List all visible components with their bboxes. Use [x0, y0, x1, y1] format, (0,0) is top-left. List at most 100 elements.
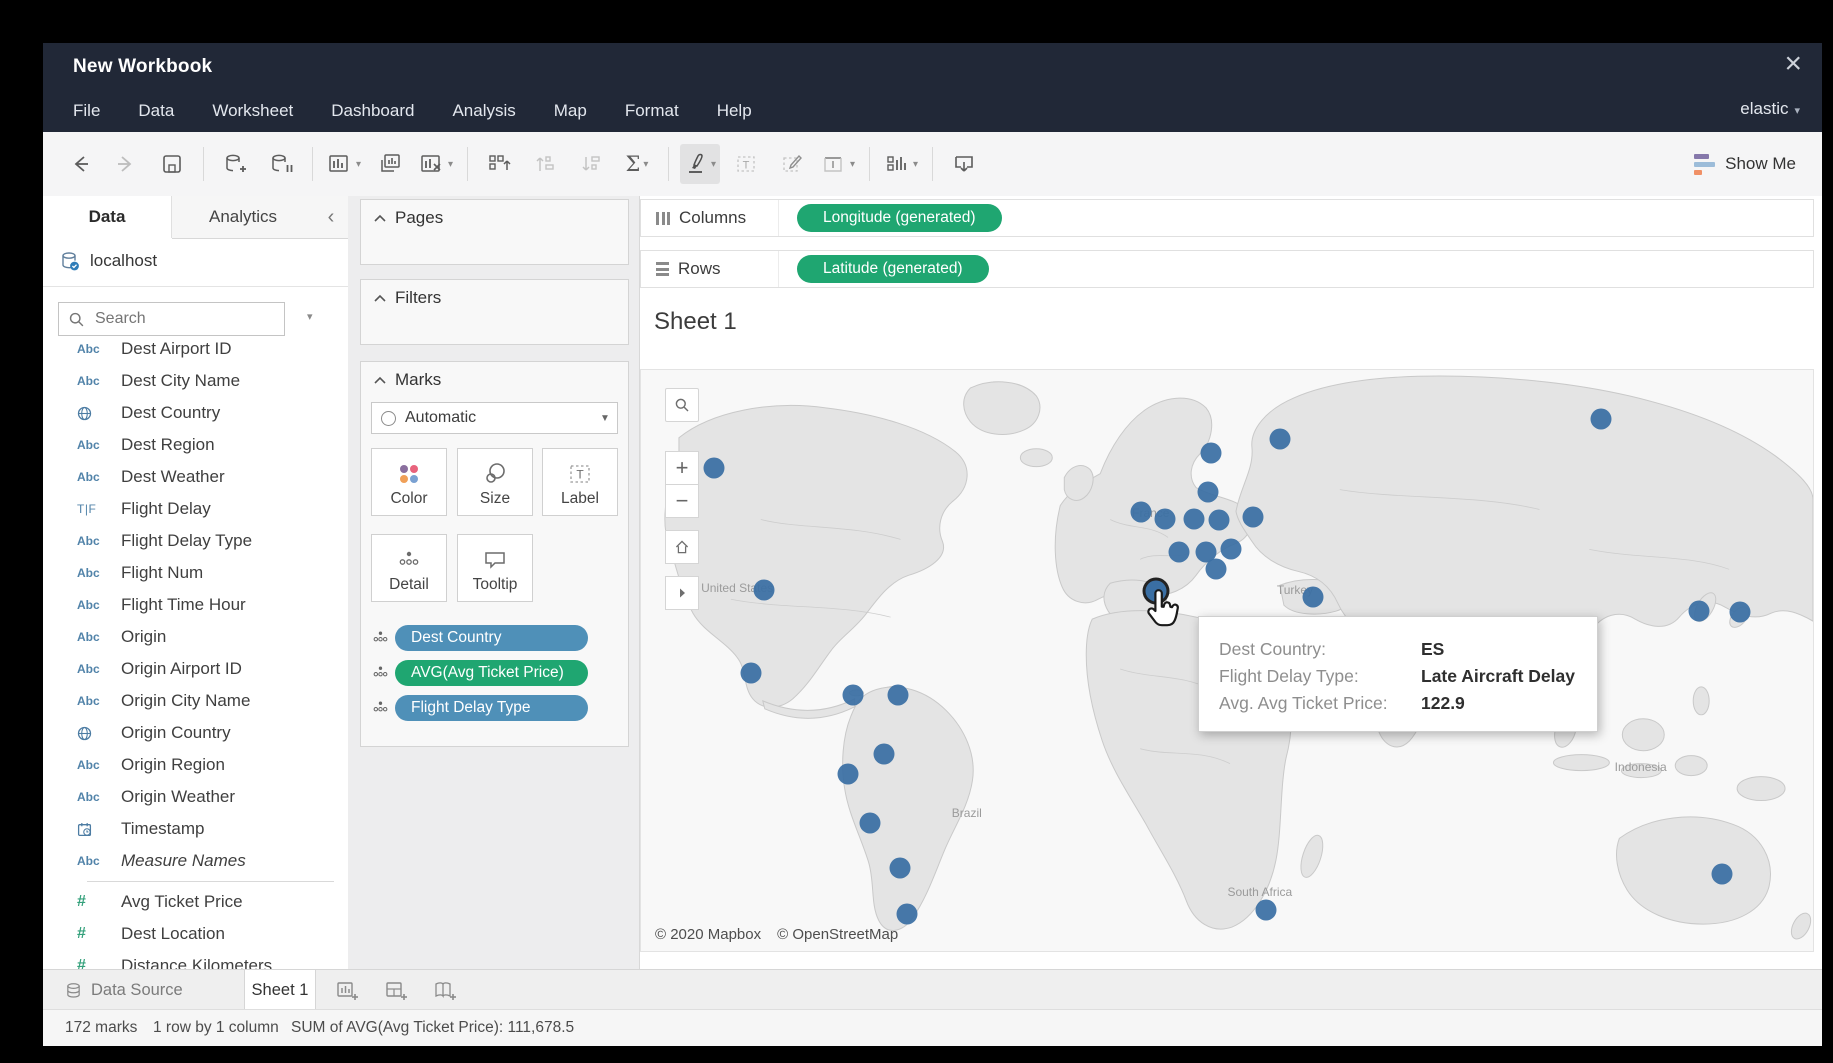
field-item[interactable]: AbcOrigin Airport ID — [43, 653, 348, 685]
map-view[interactable]: United StatesBrazilFranceTurkeyAlgeriaIn… — [640, 369, 1814, 952]
field-item[interactable]: #Avg Ticket Price — [43, 886, 348, 918]
back-button[interactable] — [60, 144, 100, 184]
new-datasource-button[interactable] — [215, 144, 255, 184]
map-mark[interactable] — [741, 663, 762, 684]
zoom-home-button[interactable] — [665, 530, 699, 564]
field-item[interactable]: #Dest Location — [43, 918, 348, 950]
map-mark[interactable] — [1242, 506, 1263, 527]
map-mark[interactable] — [873, 744, 894, 765]
map-mark[interactable] — [754, 579, 775, 600]
chevron-up-icon[interactable] — [374, 214, 386, 222]
field-item[interactable]: AbcFlight Time Hour — [43, 589, 348, 621]
clear-sheet-button[interactable]: ▾ — [416, 144, 456, 184]
chevron-up-icon[interactable] — [374, 376, 386, 384]
columns-shelf[interactable]: Columns Longitude (generated) — [640, 199, 1814, 237]
field-item[interactable]: AbcOrigin Weather — [43, 781, 348, 813]
menu-item-help[interactable]: Help — [717, 101, 752, 121]
map-mark[interactable] — [1689, 600, 1710, 621]
size-button[interactable]: Size — [457, 448, 533, 516]
columns-pill[interactable]: Longitude (generated) — [797, 204, 1002, 232]
tab-data[interactable]: Data — [43, 196, 172, 238]
map-mark[interactable] — [1154, 509, 1175, 530]
chevron-up-icon[interactable] — [374, 294, 386, 302]
tab-analytics[interactable]: Analytics — [172, 196, 314, 239]
map-mark[interactable] — [897, 904, 918, 925]
menu-item-data[interactable]: Data — [138, 101, 174, 121]
marks-pill[interactable]: Flight Delay Type — [395, 695, 588, 721]
collapse-pane-icon[interactable]: ‹ — [314, 196, 348, 239]
cell-size-button[interactable]: ▾ — [881, 144, 921, 184]
color-button[interactable]: Color — [371, 448, 447, 516]
swap-rows-columns-button[interactable] — [479, 144, 519, 184]
search-options-icon[interactable]: ▾ — [307, 310, 313, 323]
duplicate-sheet-button[interactable] — [370, 144, 410, 184]
sort-ascending-button[interactable] — [525, 144, 565, 184]
map-mark[interactable] — [1168, 542, 1189, 563]
forward-button[interactable] — [106, 144, 146, 184]
map-mark[interactable] — [1206, 559, 1227, 580]
map-mark[interactable] — [1220, 538, 1241, 559]
field-item[interactable]: AbcMeasure Names — [43, 845, 348, 877]
field-item[interactable]: Dest Country — [43, 397, 348, 429]
map-options-button[interactable] — [665, 576, 699, 610]
map-mark[interactable] — [843, 684, 864, 705]
field-item[interactable]: #Distance Kilometers — [43, 950, 348, 969]
field-item[interactable]: AbcOrigin Region — [43, 749, 348, 781]
presentation-mode-button[interactable] — [944, 144, 984, 184]
field-item[interactable]: AbcDest Airport ID — [43, 342, 348, 365]
map-mark[interactable] — [703, 458, 724, 479]
show-mark-labels-button[interactable]: T — [726, 144, 766, 184]
mark-type-dropdown[interactable]: Automatic ▼ — [371, 402, 618, 434]
map-mark[interactable] — [1131, 502, 1152, 523]
new-dashboard-tab-button[interactable] — [384, 978, 408, 1007]
zoom-in-button[interactable]: + — [665, 451, 699, 485]
new-worksheet-tab-button[interactable] — [335, 978, 359, 1007]
menu-item-format[interactable]: Format — [625, 101, 679, 121]
map-mark[interactable] — [1730, 601, 1751, 622]
pause-auto-updates-button[interactable] — [261, 144, 301, 184]
format-button[interactable] — [772, 144, 812, 184]
map-mark[interactable] — [1711, 863, 1732, 884]
map-mark[interactable] — [1184, 509, 1205, 530]
field-item[interactable]: AbcDest City Name — [43, 365, 348, 397]
label-button[interactable]: T Label — [542, 448, 618, 516]
menu-item-worksheet[interactable]: Worksheet — [212, 101, 293, 121]
marks-pill[interactable]: Dest Country — [395, 625, 588, 651]
field-item[interactable]: Origin Country — [43, 717, 348, 749]
menu-item-dashboard[interactable]: Dashboard — [331, 101, 414, 121]
tooltip-button[interactable]: Tooltip — [457, 534, 533, 602]
map-mark[interactable] — [859, 813, 880, 834]
map-mark[interactable] — [1302, 586, 1323, 607]
osm-attribution[interactable]: © OpenStreetMap — [777, 926, 898, 943]
map-mark[interactable] — [890, 857, 911, 878]
sort-descending-button[interactable] — [571, 144, 611, 184]
map-mark[interactable] — [1269, 428, 1290, 449]
field-item[interactable]: AbcFlight Num — [43, 557, 348, 589]
tab-sheet-1[interactable]: Sheet 1 — [244, 970, 316, 1010]
search-input[interactable] — [58, 302, 285, 336]
mapbox-attribution[interactable]: © 2020 Mapbox — [655, 926, 761, 943]
field-item[interactable]: AbcOrigin — [43, 621, 348, 653]
marks-pill[interactable]: AVG(Avg Ticket Price) — [395, 660, 588, 686]
map-mark[interactable] — [887, 684, 908, 705]
field-item[interactable]: Timestamp — [43, 813, 348, 845]
borders-button[interactable]: ▾ — [818, 144, 858, 184]
map-mark[interactable] — [1200, 443, 1221, 464]
account-menu[interactable]: elastic▾ — [1740, 99, 1800, 119]
rows-pill[interactable]: Latitude (generated) — [797, 255, 989, 283]
new-story-tab-button[interactable] — [433, 978, 457, 1007]
field-item[interactable]: T|FFlight Delay — [43, 493, 348, 525]
search-field[interactable] — [93, 309, 267, 329]
rows-shelf[interactable]: Rows Latitude (generated) — [640, 250, 1814, 288]
save-button[interactable] — [152, 144, 192, 184]
zoom-out-button[interactable]: − — [665, 484, 699, 518]
map-mark[interactable] — [1590, 408, 1611, 429]
menu-item-analysis[interactable]: Analysis — [452, 101, 515, 121]
map-mark[interactable] — [1208, 510, 1229, 531]
map-mark[interactable] — [1255, 899, 1276, 920]
field-item[interactable]: AbcOrigin City Name — [43, 685, 348, 717]
detail-button[interactable]: Detail — [371, 534, 447, 602]
map-search-button[interactable] — [665, 388, 699, 422]
totals-button[interactable]: Σ ▾ — [617, 144, 657, 184]
highlight-button[interactable]: ▾ — [680, 144, 720, 184]
